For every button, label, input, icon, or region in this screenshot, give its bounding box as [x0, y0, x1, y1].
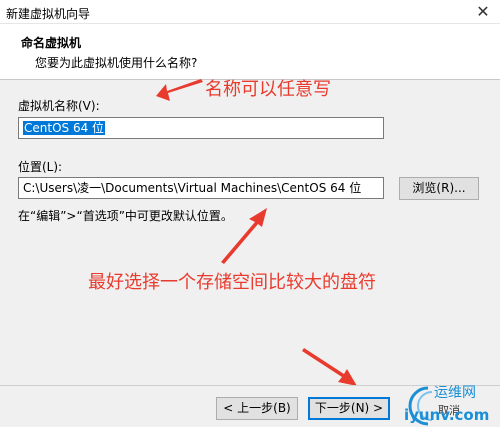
back-button[interactable]: < 上一步(B) — [216, 397, 298, 420]
arrow-to-next-icon — [302, 348, 357, 386]
arrow-to-location-icon — [221, 208, 267, 264]
annotation-arrows — [156, 79, 357, 386]
arrow-to-name-icon — [156, 79, 203, 101]
site-watermark: 取消 运维网 iyunv.com — [398, 380, 500, 427]
watermark-cn: 运维网 — [434, 385, 476, 401]
next-button[interactable]: 下一步(N) > — [308, 397, 390, 420]
watermark-en: iyunv.com — [404, 406, 490, 424]
